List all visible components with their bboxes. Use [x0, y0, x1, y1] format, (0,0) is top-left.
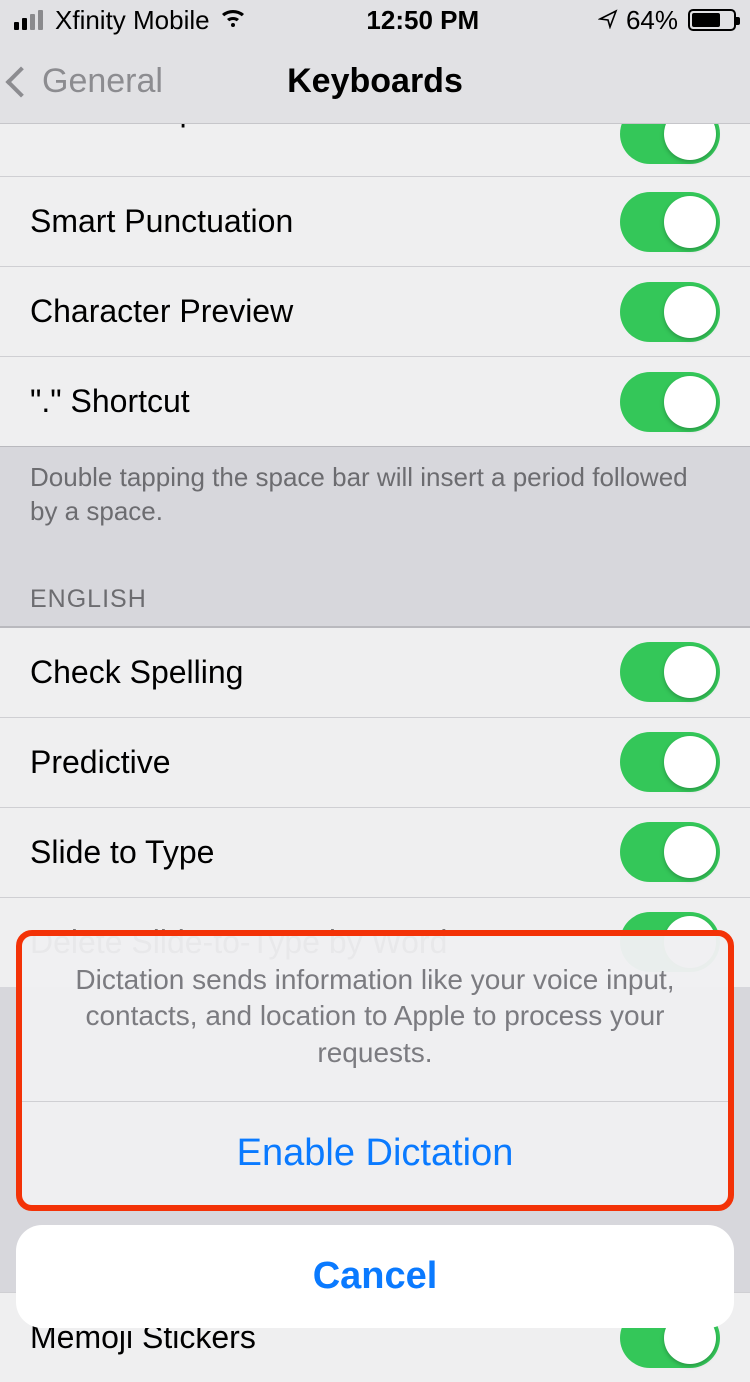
- action-sheet: Dictation sends information like your vo…: [16, 930, 734, 1328]
- location-icon: [598, 5, 618, 36]
- row-label: Predictive: [30, 744, 171, 781]
- enable-dictation-button[interactable]: Enable Dictation: [22, 1102, 728, 1205]
- row-label: Smart Punctuation: [30, 203, 293, 240]
- row-label: Character Preview: [30, 293, 293, 330]
- toggle-slide-to-type[interactable]: [620, 822, 720, 882]
- chevron-left-icon: [5, 66, 36, 97]
- row-enable-caps-lock[interactable]: Enable Caps Lock: [0, 124, 750, 176]
- back-button[interactable]: General: [0, 62, 163, 101]
- row-check-spelling[interactable]: Check Spelling: [0, 627, 750, 717]
- action-sheet-message: Dictation sends information like your vo…: [22, 936, 728, 1102]
- row-label: Enable Caps Lock: [30, 124, 290, 129]
- status-bar: Xfinity Mobile 12:50 PM 64%: [0, 0, 750, 40]
- wifi-icon: [218, 5, 248, 36]
- row-period-shortcut[interactable]: "." Shortcut: [0, 356, 750, 446]
- section-header-english: ENGLISH: [0, 557, 750, 626]
- signal-icon: [14, 10, 43, 30]
- row-predictive[interactable]: Predictive: [0, 717, 750, 807]
- toggle-period-shortcut[interactable]: [620, 372, 720, 432]
- status-right: 64%: [598, 5, 736, 36]
- battery-percent: 64%: [626, 5, 678, 36]
- toggle-predictive[interactable]: [620, 732, 720, 792]
- back-label: General: [42, 62, 163, 101]
- row-slide-to-type[interactable]: Slide to Type: [0, 807, 750, 897]
- status-left: Xfinity Mobile: [14, 5, 248, 36]
- section-footer: Double tapping the space bar will insert…: [0, 447, 750, 557]
- row-label: Check Spelling: [30, 654, 243, 691]
- carrier-label: Xfinity Mobile: [55, 5, 210, 36]
- row-label: Slide to Type: [30, 834, 214, 871]
- toggle-enable-caps-lock[interactable]: [620, 124, 720, 164]
- section-top-partial: Enable Caps Lock Smart Punctuation Chara…: [0, 124, 750, 446]
- nav-header: General Keyboards: [0, 40, 750, 124]
- toggle-check-spelling[interactable]: [620, 642, 720, 702]
- row-label: "." Shortcut: [30, 383, 190, 420]
- action-sheet-group-highlighted: Dictation sends information like your vo…: [16, 930, 734, 1211]
- row-smart-punctuation[interactable]: Smart Punctuation: [0, 176, 750, 266]
- cancel-button[interactable]: Cancel: [16, 1225, 734, 1328]
- status-time: 12:50 PM: [366, 5, 479, 36]
- battery-icon: [688, 9, 736, 31]
- toggle-smart-punctuation[interactable]: [620, 192, 720, 252]
- toggle-character-preview[interactable]: [620, 282, 720, 342]
- row-character-preview[interactable]: Character Preview: [0, 266, 750, 356]
